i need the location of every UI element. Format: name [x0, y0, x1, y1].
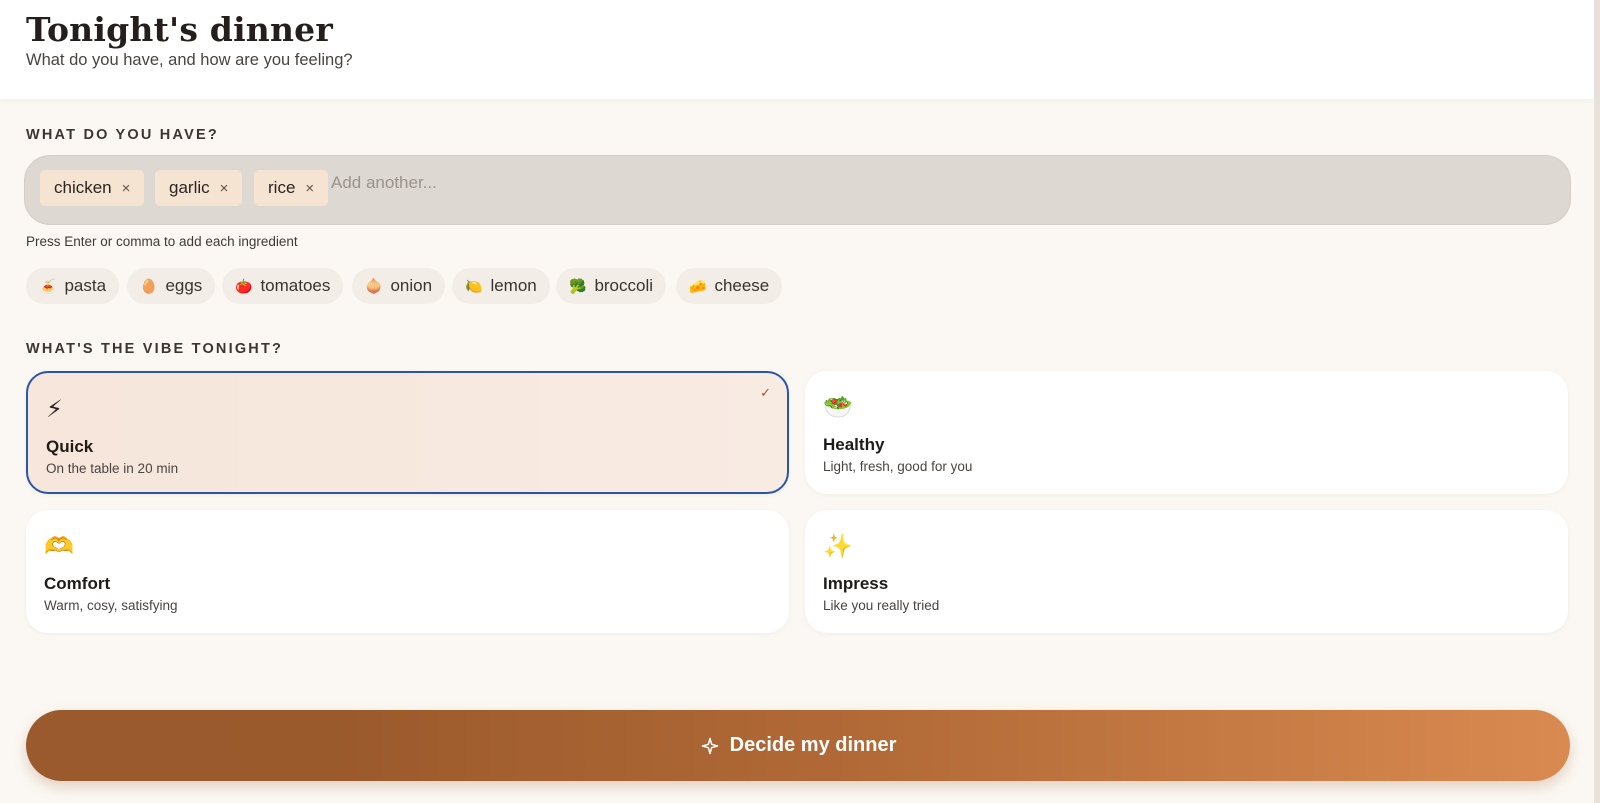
vibe-title: Impress	[823, 574, 889, 593]
tomato-icon: 🍅	[235, 277, 253, 294]
suggestion-label: pasta	[64, 276, 107, 295]
suggestion-label: eggs	[165, 276, 203, 295]
broccoli-icon: 🥦	[569, 277, 587, 294]
remove-chip-icon[interactable]: ×	[220, 180, 229, 197]
suggestion-cheese[interactable]: 🧀 cheese	[676, 268, 783, 304]
ingredients-section-label: WHAT DO YOU HAVE?	[26, 127, 219, 143]
scrollbar[interactable]	[1594, 0, 1600, 803]
vibe-description: Like you really tried	[823, 598, 940, 613]
ingredient-chip: chicken ×	[40, 170, 145, 206]
salad-icon: 🥗	[823, 394, 853, 421]
chip-label: chicken	[54, 178, 112, 197]
chip-label: rice	[268, 178, 296, 197]
suggestion-lemon[interactable]: 🍋 lemon	[452, 268, 550, 304]
add-ingredient-input[interactable]	[331, 168, 731, 198]
pasta-icon: 🍝	[39, 277, 57, 294]
suggestion-label: cheese	[714, 276, 770, 295]
heart-hands-icon: 🫶	[44, 533, 74, 560]
egg-icon: 🥚	[140, 277, 158, 294]
vibe-description: On the table in 20 min	[46, 461, 179, 476]
sparkles-icon: ✨	[823, 533, 853, 560]
vibe-description: Warm, cosy, satisfying	[44, 598, 178, 613]
decide-dinner-button[interactable]: Decide my dinner	[26, 710, 1570, 781]
vibe-title: Healthy	[823, 435, 885, 454]
vibe-option-quick[interactable]: ⚡ ✓ Quick On the table in 20 min	[26, 371, 789, 494]
vibe-option-healthy[interactable]: 🥗 Healthy Light, fresh, good for you	[805, 371, 1568, 494]
vibe-section-label: WHAT'S THE VIBE TONIGHT?	[26, 341, 284, 357]
ingredient-input-box[interactable]: chicken × garlic × rice ×	[24, 155, 1571, 225]
vibe-option-comfort[interactable]: 🫶 Comfort Warm, cosy, satisfying	[26, 510, 789, 633]
cheese-icon: 🧀	[689, 277, 707, 294]
suggestion-label: onion	[390, 276, 433, 295]
vibe-title: Quick	[46, 437, 94, 456]
onion-icon: 🧅	[365, 277, 383, 294]
suggestion-eggs[interactable]: 🥚 eggs	[127, 268, 216, 304]
suggestion-onion[interactable]: 🧅 onion	[352, 268, 446, 304]
vibe-title: Comfort	[44, 574, 111, 593]
suggestion-pasta[interactable]: 🍝 pasta	[26, 268, 120, 304]
page-subtitle: What do you have, and how are you feelin…	[26, 51, 353, 69]
lightning-icon: ⚡	[46, 396, 63, 423]
ingredient-chip: garlic ×	[155, 170, 243, 206]
vibe-option-impress[interactable]: ✨ Impress Like you really tried	[805, 510, 1568, 633]
page-header: Tonight's dinner What do you have, and h…	[0, 0, 1594, 99]
remove-chip-icon[interactable]: ×	[122, 180, 131, 197]
suggestion-label: lemon	[490, 276, 537, 295]
chip-label: garlic	[169, 178, 210, 197]
sparkle-icon	[701, 737, 718, 754]
suggestion-broccoli[interactable]: 🥦 broccoli	[556, 268, 667, 304]
suggestion-tomatoes[interactable]: 🍅 tomatoes	[222, 268, 344, 304]
vibe-description: Light, fresh, good for you	[823, 459, 973, 474]
decide-dinner-label: Decide my dinner	[729, 734, 897, 756]
suggestion-label: tomatoes	[260, 276, 331, 295]
page-title: Tonight's dinner	[26, 10, 333, 49]
suggestion-label: broccoli	[594, 276, 654, 295]
ingredient-hint: Press Enter or comma to add each ingredi…	[26, 234, 298, 249]
check-icon: ✓	[760, 385, 771, 400]
lemon-icon: 🍋	[465, 277, 483, 294]
remove-chip-icon[interactable]: ×	[305, 180, 314, 197]
ingredient-chip: rice ×	[254, 170, 329, 206]
